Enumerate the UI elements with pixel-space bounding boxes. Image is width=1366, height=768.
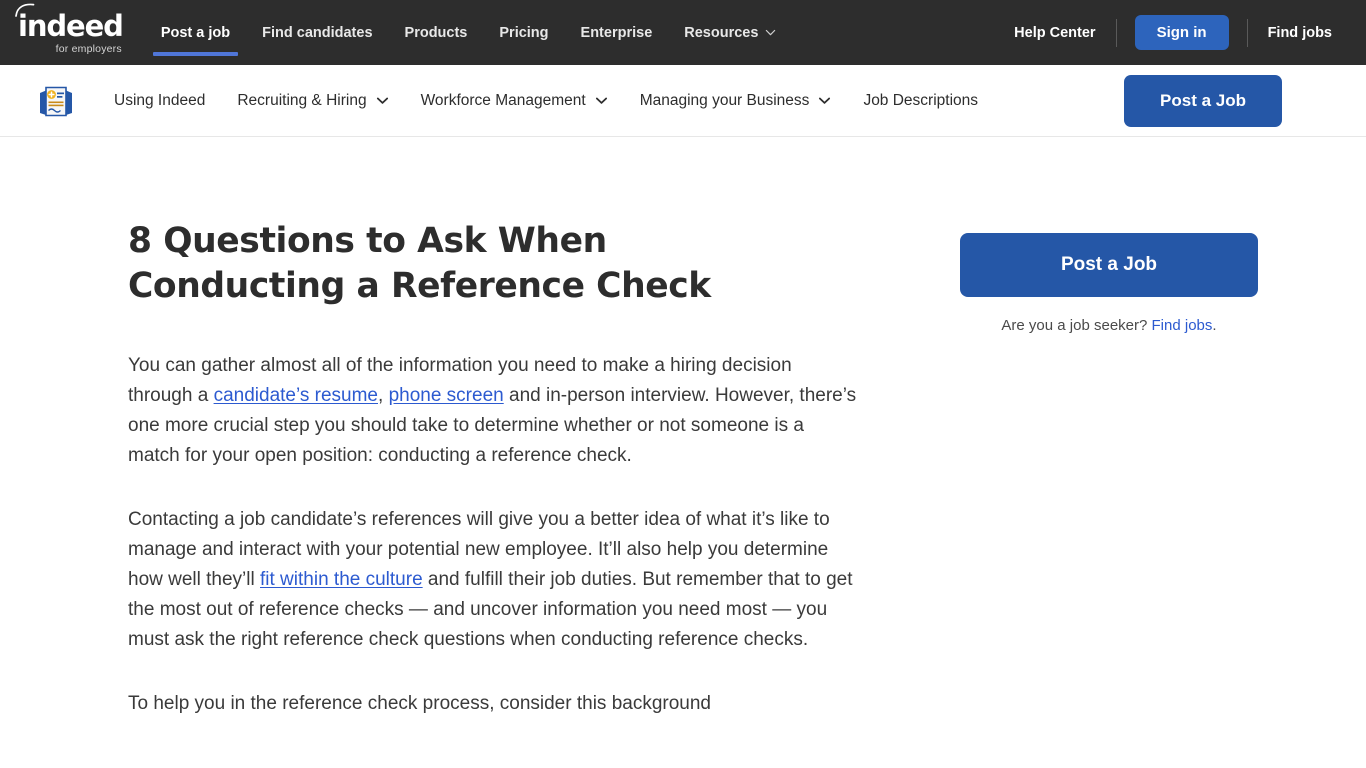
find-jobs-link-sidebar[interactable]: Find jobs <box>1152 317 1213 334</box>
link-candidates-resume[interactable]: candidate’s resume <box>214 385 378 406</box>
link-phone-screen[interactable]: phone screen <box>389 385 504 406</box>
chevron-down-icon <box>819 97 831 104</box>
indeed-logo-wordmark: indeed <box>15 3 124 41</box>
subnav-item-label: Recruiting & Hiring <box>237 91 367 109</box>
subnav-links: Using Indeed Recruiting & Hiring Workfor… <box>98 92 994 110</box>
topnav-item-find-candidates[interactable]: Find candidates <box>246 0 388 65</box>
top-navigation-bar: indeed for employers Post a job Find can… <box>0 0 1366 65</box>
subnav-item-label: Using Indeed <box>114 91 206 109</box>
indeed-for-employers-logo[interactable]: indeed for employers <box>15 0 145 65</box>
indeed-logo-arc-icon <box>15 3 35 18</box>
topnav-item-label: Post a job <box>160 24 231 41</box>
chevron-down-icon <box>766 29 776 36</box>
topnav-right-group: Help Center Sign in Find jobs <box>994 0 1366 65</box>
topnav-left-group: indeed for employers Post a job Find can… <box>0 0 792 65</box>
job-posting-document-icon[interactable] <box>36 81 76 121</box>
topnav-item-label: Resources <box>684 24 759 41</box>
chevron-down-icon <box>595 97 607 104</box>
job-seeker-note: Are you a job seeker? Find jobs. <box>960 317 1258 334</box>
topnav-item-label: Enterprise <box>580 24 653 41</box>
subnav-item-label: Managing your Business <box>639 91 810 109</box>
post-a-job-button-sidebar[interactable]: Post a Job <box>960 233 1258 297</box>
article-paragraph-2: Contacting a job candidate’s references … <box>128 505 858 655</box>
topnav-item-products[interactable]: Products <box>389 0 484 65</box>
secondary-navigation-bar: Using Indeed Recruiting & Hiring Workfor… <box>0 65 1366 137</box>
topnav-item-label: Products <box>404 24 468 41</box>
topnav-item-label: Pricing <box>499 24 549 41</box>
subnav-item-managing-your-business[interactable]: Managing your Business <box>624 92 848 110</box>
subnav-item-recruiting-hiring[interactable]: Recruiting & Hiring <box>221 92 404 110</box>
subnav-item-workforce-management[interactable]: Workforce Management <box>405 92 624 110</box>
topnav-item-post-a-job[interactable]: Post a job <box>145 0 246 65</box>
topnav-item-enterprise[interactable]: Enterprise <box>565 0 669 65</box>
link-fit-within-the-culture[interactable]: fit within the culture <box>260 569 423 590</box>
post-a-job-button-header[interactable]: Post a Job <box>1124 74 1282 127</box>
topnav-item-pricing[interactable]: Pricing <box>483 0 564 65</box>
job-seeker-note-suffix: . <box>1212 317 1217 334</box>
article-paragraph-3: To help you in the reference check proce… <box>128 692 711 714</box>
subnav-item-label: Workforce Management <box>420 91 586 109</box>
topnav-primary-links: Post a job Find candidates Products Pric… <box>145 0 793 65</box>
topnav-divider <box>1115 18 1117 47</box>
subnav-item-label: Job Descriptions <box>863 91 979 109</box>
indeed-logo-subtitle: for employers <box>55 43 122 56</box>
chevron-down-icon <box>376 97 388 104</box>
sign-in-button[interactable]: Sign in <box>1134 15 1229 50</box>
topnav-item-label: Find candidates <box>262 24 373 41</box>
help-center-link[interactable]: Help Center <box>994 25 1115 41</box>
sidebar: Post a Job Are you a job seeker? Find jo… <box>960 219 1258 719</box>
find-jobs-link[interactable]: Find jobs <box>1248 25 1352 41</box>
subnav-item-using-indeed[interactable]: Using Indeed <box>98 92 221 110</box>
article-paragraph-1: You can gather almost all of the informa… <box>128 351 858 471</box>
job-seeker-note-text: Are you a job seeker? <box>1001 317 1152 334</box>
page-title: 8 Questions to Ask When Conducting a Ref… <box>128 221 711 306</box>
article-body: 8 Questions to Ask When Conducting a Ref… <box>128 219 868 719</box>
page-content: 8 Questions to Ask When Conducting a Ref… <box>0 137 1366 719</box>
topnav-item-resources[interactable]: Resources <box>668 0 792 65</box>
subnav-item-job-descriptions[interactable]: Job Descriptions <box>847 92 994 110</box>
paragraph-text: , <box>378 384 389 406</box>
